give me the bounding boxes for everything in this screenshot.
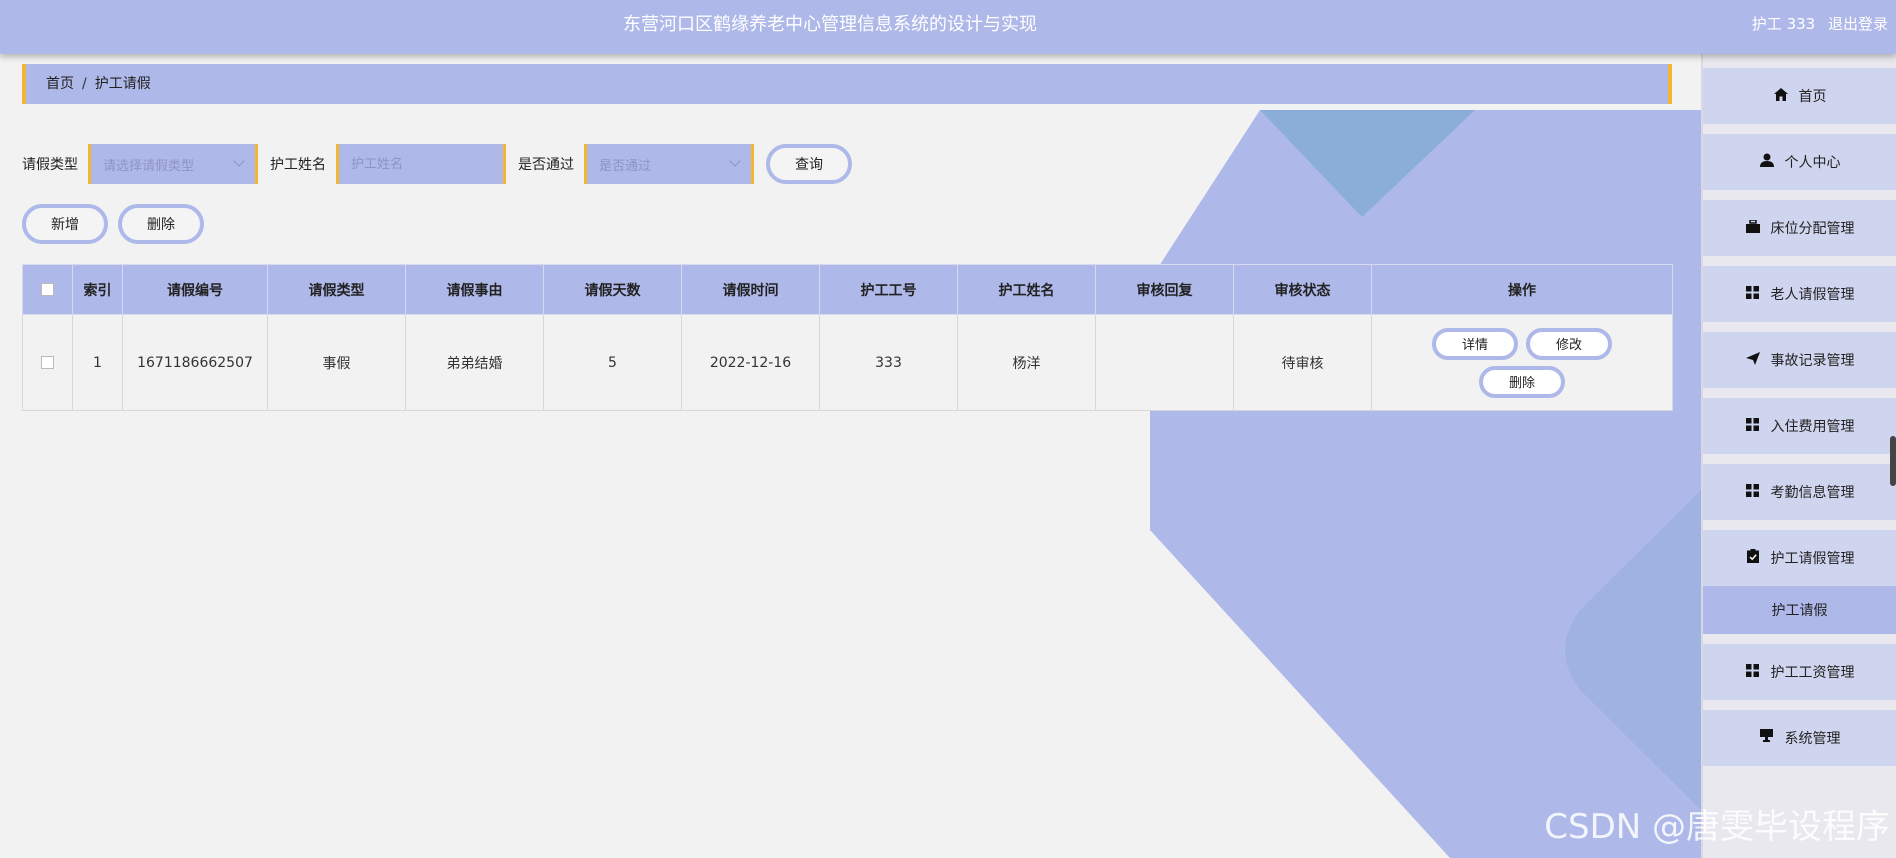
page-scrollbar[interactable]: [1890, 436, 1896, 486]
sidebar-item-salary[interactable]: 护工工资管理: [1703, 644, 1896, 700]
cell-index: 1: [72, 314, 123, 411]
column-header: 操作: [1371, 264, 1673, 315]
breadcrumb-home[interactable]: 首页: [46, 76, 74, 92]
grid-icon: [1745, 417, 1761, 435]
cell-nurse-name: 杨洋: [957, 314, 1096, 411]
column-header: 护工姓名: [957, 264, 1096, 315]
home-icon: [1773, 87, 1789, 105]
column-header: 审核状态: [1233, 264, 1372, 315]
sidebar-item-label: 首页: [1798, 89, 1827, 105]
sidebar-item-profile[interactable]: 个人中心: [1703, 134, 1896, 190]
query-button[interactable]: 查询: [766, 144, 852, 184]
column-header: 请假类型: [267, 264, 406, 315]
sidebar-item-bed[interactable]: 床位分配管理: [1703, 200, 1896, 256]
action-bar: 新增 删除: [22, 204, 214, 244]
sidebar-item-attendance[interactable]: 考勤信息管理: [1703, 464, 1896, 520]
cell-nurse-no: 333: [819, 314, 958, 411]
send-icon: [1745, 351, 1761, 369]
sidebar-item-label: 考勤信息管理: [1770, 485, 1855, 501]
column-header: 索引: [72, 264, 123, 315]
table-header-row: 索引 请假编号 请假类型 请假事由 请假天数 请假时间 护工工号 护工姓名 审核…: [22, 264, 1673, 315]
chevron-down-icon: [233, 155, 245, 167]
select-all-cell[interactable]: [22, 264, 73, 315]
background-decoration: [1150, 110, 1701, 858]
cell-review-reply: [1095, 314, 1234, 411]
watermark: CSDN @唐雯毕设程序: [1544, 807, 1890, 847]
app-title: 东营河口区鹤缘养老中心管理信息系统的设计与实现: [623, 14, 1037, 35]
detail-button[interactable]: 详情: [1432, 327, 1518, 360]
cell-operations: 详情 修改 删除: [1371, 314, 1673, 411]
table-row: 1 1671186662507 事假 弟弟结婚 5 2022-12-16 333…: [22, 314, 1673, 411]
search-bar: 请假类型 请选择请假类型 护工姓名 是否通过 是否通过 查询: [22, 144, 852, 184]
row-select-cell[interactable]: [22, 314, 73, 411]
cell-reason: 弟弟结婚: [405, 314, 544, 411]
clipboard-check-icon: [1745, 549, 1761, 567]
sidebar-item-accident[interactable]: 事故记录管理: [1703, 332, 1896, 388]
approved-placeholder: 是否通过: [599, 158, 652, 174]
column-header: 请假天数: [543, 264, 682, 315]
sidebar-subitem-nurse-leave[interactable]: 护工请假: [1703, 586, 1896, 634]
user-icon: [1759, 153, 1775, 171]
grid-icon: [1745, 285, 1761, 303]
sidebar-item-elder-leave[interactable]: 老人请假管理: [1703, 266, 1896, 322]
breadcrumb-separator: /: [82, 76, 87, 92]
nurse-name-label: 护工姓名: [270, 157, 326, 173]
approved-label: 是否通过: [518, 157, 574, 173]
sidebar-item-fees[interactable]: 入住费用管理: [1703, 398, 1896, 454]
cell-date: 2022-12-16: [681, 314, 820, 411]
sidebar-item-label: 个人中心: [1784, 155, 1841, 171]
column-header: 审核回复: [1095, 264, 1234, 315]
column-header: 请假时间: [681, 264, 820, 315]
sidebar-item-home[interactable]: 首页: [1703, 68, 1896, 124]
approved-select[interactable]: 是否通过: [584, 144, 754, 184]
nurse-name-field[interactable]: [336, 144, 506, 184]
leave-type-select[interactable]: 请选择请假类型: [88, 144, 258, 184]
nurse-name-input[interactable]: [351, 156, 491, 172]
chevron-down-icon: [729, 155, 741, 167]
leave-table: 索引 请假编号 请假类型 请假事由 请假天数 请假时间 护工工号 护工姓名 审核…: [22, 264, 1673, 411]
user-area: 护工 333 退出登录: [1744, 0, 1888, 48]
row-checkbox[interactable]: [41, 356, 54, 369]
grid-icon: [1745, 483, 1761, 501]
select-all-checkbox[interactable]: [41, 283, 54, 296]
top-bar: 东营河口区鹤缘养老中心管理信息系统的设计与实现 护工 333 退出登录: [0, 0, 1896, 54]
column-header: 请假事由: [405, 264, 544, 315]
desktop-icon: [1759, 729, 1775, 747]
edit-button[interactable]: 修改: [1526, 327, 1612, 360]
delete-button[interactable]: 删除: [118, 204, 204, 244]
sidebar-item-label: 床位分配管理: [1770, 221, 1855, 237]
cell-review-status: 待审核: [1233, 314, 1372, 411]
cell-leave-type: 事假: [267, 314, 406, 411]
sidebar-item-label: 事故记录管理: [1770, 353, 1855, 369]
leave-type-label: 请假类型: [22, 157, 78, 173]
sidebar-item-label: 老人请假管理: [1770, 287, 1855, 303]
breadcrumb-current: 护工请假: [94, 76, 151, 92]
sidebar-item-label: 护工工资管理: [1770, 665, 1855, 681]
grid-icon: [1745, 663, 1761, 681]
briefcase-icon: [1745, 218, 1761, 237]
user-label: 护工 333: [1751, 15, 1816, 33]
sidebar-item-label: 护工请假管理: [1770, 551, 1855, 567]
breadcrumb: 首页 / 护工请假: [22, 64, 1672, 104]
sidebar-item-label: 系统管理: [1784, 731, 1841, 747]
column-header: 请假编号: [122, 264, 268, 315]
cell-days: 5: [543, 314, 682, 411]
cell-leave-no: 1671186662507: [122, 314, 268, 411]
row-delete-button[interactable]: 删除: [1479, 365, 1565, 398]
sidebar-item-nurse-leave[interactable]: 护工请假管理: [1703, 530, 1896, 586]
column-header: 护工工号: [819, 264, 958, 315]
sidebar: 首页 个人中心 床位分配管理 老人请假管理 事故记录管理 入住费用管理 考勤信息…: [1701, 54, 1896, 858]
leave-type-placeholder: 请选择请假类型: [103, 158, 195, 174]
logout-link[interactable]: 退出登录: [1828, 15, 1888, 33]
add-button[interactable]: 新增: [22, 204, 108, 244]
sidebar-item-system[interactable]: 系统管理: [1703, 710, 1896, 766]
sidebar-item-label: 入住费用管理: [1770, 419, 1855, 435]
